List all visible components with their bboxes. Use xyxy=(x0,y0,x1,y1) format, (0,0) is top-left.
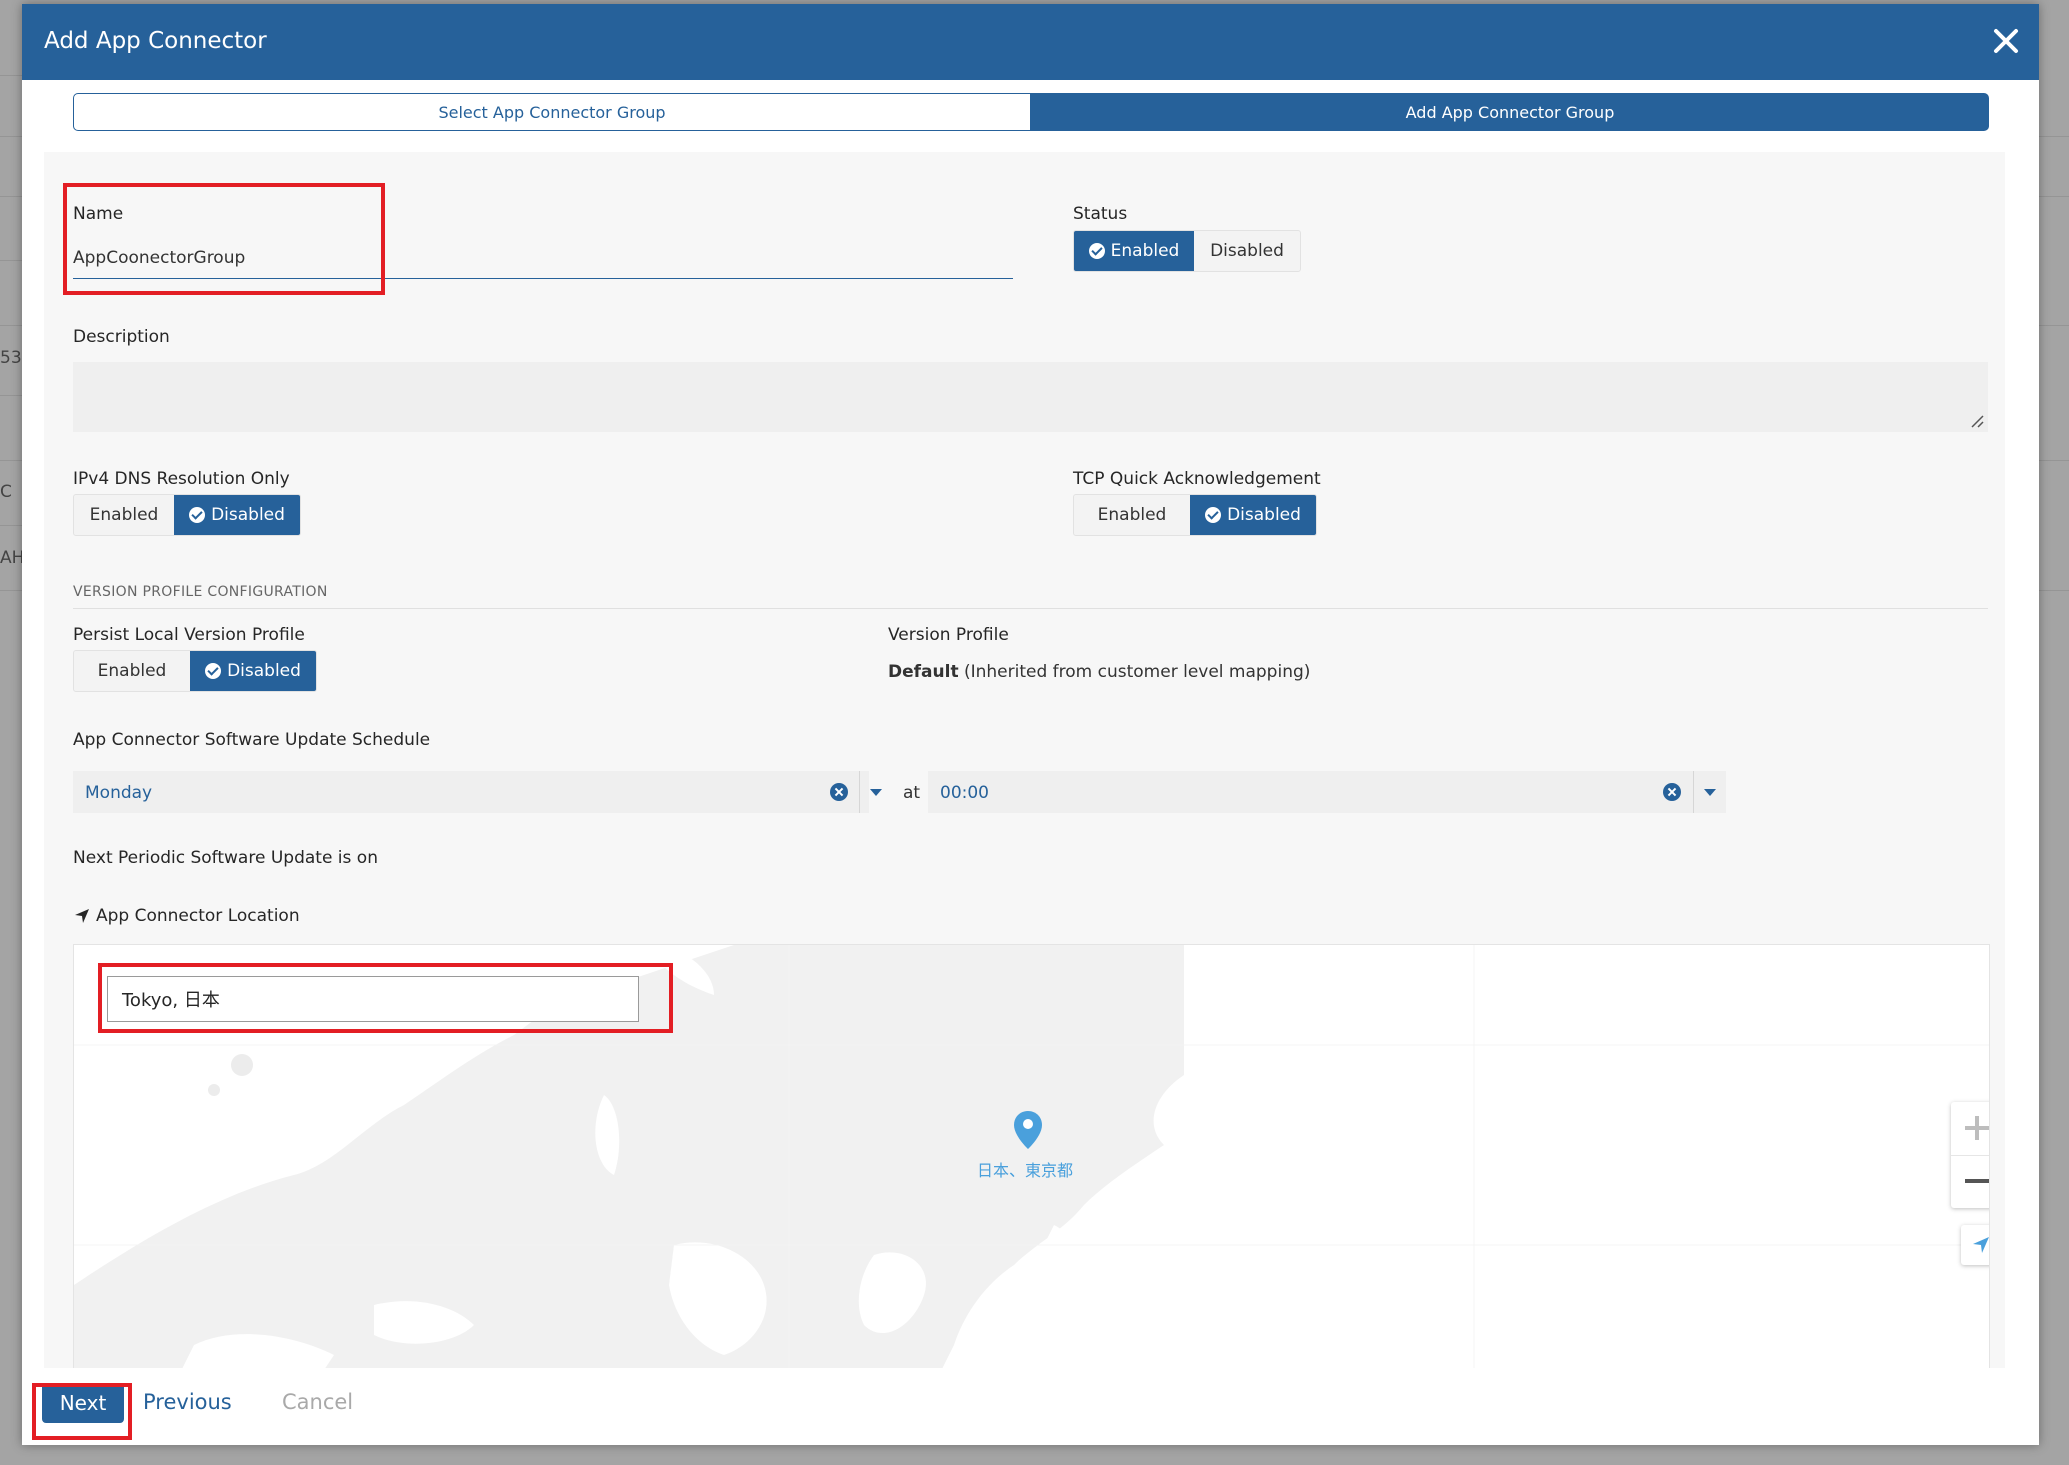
version-profile-section-title: VERSION PROFILE CONFIGURATION xyxy=(73,584,328,600)
tcp-ack-disabled-option[interactable]: Disabled xyxy=(1190,495,1316,535)
version-profile-name: Default xyxy=(888,662,959,682)
name-label: Name xyxy=(73,204,124,224)
persist-profile-disabled-option[interactable]: Disabled xyxy=(190,651,316,691)
tcp-ack-label: TCP Quick Acknowledgement xyxy=(1073,469,1321,489)
tcp-ack-enabled-label: Enabled xyxy=(1097,505,1167,525)
next-update-label: Next Periodic Software Update is on xyxy=(73,848,378,868)
connector-group-form: Name AppCoonectorGroup Status Enabled Di… xyxy=(44,152,2005,1372)
status-disabled-option[interactable]: Disabled xyxy=(1194,231,1300,271)
background-fragment: AH xyxy=(0,548,25,568)
status-disabled-label: Disabled xyxy=(1210,241,1284,261)
status-label: Status xyxy=(1073,204,1128,224)
schedule-day-value: Monday xyxy=(85,783,153,803)
status-enabled-option[interactable]: Enabled xyxy=(1074,231,1194,271)
check-circle-icon xyxy=(1088,243,1105,259)
locate-arrow-icon xyxy=(1973,1237,1989,1253)
time-dropdown-icon[interactable] xyxy=(1693,771,1726,813)
tcp-ack-toggle: Enabled Disabled xyxy=(1073,494,1317,536)
status-enabled-label: Enabled xyxy=(1110,241,1180,261)
resize-grip-icon[interactable] xyxy=(1970,414,1984,428)
location-arrow-icon xyxy=(75,909,89,923)
persist-profile-toggle: Enabled Disabled xyxy=(73,650,317,692)
check-circle-icon xyxy=(205,663,222,679)
close-icon[interactable] xyxy=(1989,24,2023,58)
modal-title: Add App Connector xyxy=(44,28,267,54)
add-app-connector-modal: Add App Connector Select App Connector G… xyxy=(22,4,2039,1445)
zoom-control xyxy=(1951,1102,1990,1208)
description-label: Description xyxy=(73,327,170,347)
schedule-time-value: 00:00 xyxy=(940,783,989,803)
next-button[interactable]: Next xyxy=(42,1383,124,1423)
background-fragment: C xyxy=(0,482,12,502)
ipv4-dns-enabled-option[interactable]: Enabled xyxy=(74,495,174,535)
modal-header: Add App Connector xyxy=(22,4,2039,80)
name-input[interactable]: AppCoonectorGroup xyxy=(73,248,245,268)
locate-me-button[interactable] xyxy=(1961,1225,1989,1265)
ipv4-dns-toggle: Enabled Disabled xyxy=(73,494,301,536)
version-profile-label: Version Profile xyxy=(888,625,1009,645)
tcp-ack-disabled-label: Disabled xyxy=(1227,505,1301,525)
tab-select-app-connector-group[interactable]: Select App Connector Group xyxy=(73,93,1031,131)
name-input-underline xyxy=(73,278,1013,279)
schedule-day-select[interactable] xyxy=(73,771,869,813)
zoom-in-icon[interactable] xyxy=(1951,1102,1990,1155)
zoom-out-icon[interactable] xyxy=(1951,1155,1990,1208)
description-textarea[interactable] xyxy=(73,362,1988,432)
check-circle-icon xyxy=(1205,507,1222,523)
ipv4-dns-enabled-label: Enabled xyxy=(89,505,159,525)
tcp-ack-enabled-option[interactable]: Enabled xyxy=(1074,495,1190,535)
clear-time-icon[interactable] xyxy=(1663,783,1681,801)
ipv4-dns-disabled-option[interactable]: Disabled xyxy=(174,495,300,535)
persist-profile-disabled-label: Disabled xyxy=(227,661,301,681)
persist-profile-enabled-option[interactable]: Enabled xyxy=(74,651,190,691)
section-divider xyxy=(73,608,1988,609)
day-dropdown-icon[interactable] xyxy=(859,771,892,813)
location-search-input[interactable]: Tokyo, 日本 xyxy=(107,976,639,1022)
schedule-at-label: at xyxy=(903,783,921,803)
persist-profile-label: Persist Local Version Profile xyxy=(73,625,305,645)
schedule-time-select[interactable] xyxy=(928,771,1726,813)
version-profile-note: (Inherited from customer level mapping) xyxy=(958,662,1311,682)
version-profile-value: Default (Inherited from customer level m… xyxy=(888,662,1310,682)
persist-profile-enabled-label: Enabled xyxy=(97,661,167,681)
map-marker-icon[interactable] xyxy=(1012,1109,1044,1151)
cancel-button[interactable]: Cancel xyxy=(282,1390,353,1414)
ipv4-dns-label: IPv4 DNS Resolution Only xyxy=(73,469,290,489)
modal-footer: Next Previous Cancel xyxy=(22,1368,2039,1445)
location-map[interactable]: Tokyo, 日本 日本、東京都 xyxy=(73,944,1990,1372)
ipv4-dns-disabled-label: Disabled xyxy=(211,505,285,525)
map-marker-label: 日本、東京都 xyxy=(977,1161,1074,1180)
update-schedule-label: App Connector Software Update Schedule xyxy=(73,730,431,750)
connector-group-tabs: Select App Connector Group Add App Conne… xyxy=(73,93,1989,131)
clear-day-icon[interactable] xyxy=(830,783,848,801)
status-toggle: Enabled Disabled xyxy=(1073,230,1301,272)
tab-add-app-connector-group[interactable]: Add App Connector Group xyxy=(1031,93,1989,131)
previous-button[interactable]: Previous xyxy=(143,1390,232,1414)
check-circle-icon xyxy=(189,507,206,523)
location-label: App Connector Location xyxy=(96,906,300,926)
